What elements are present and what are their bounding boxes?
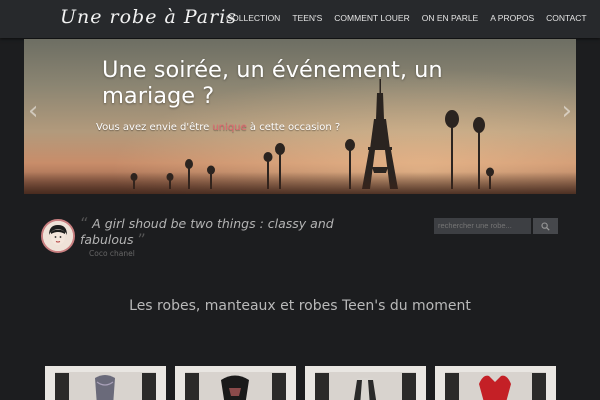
quote-close-icon: ” <box>137 230 146 249</box>
hero-subtitle-end: à cette occasion ? <box>246 122 341 133</box>
dress-icon <box>353 378 377 400</box>
avatar <box>41 219 75 253</box>
hero-subtitle-start: Vous avez envie d'être <box>96 122 213 133</box>
quote-open-icon: “ <box>80 214 89 233</box>
nav-teens[interactable]: TEEN'S <box>292 13 322 23</box>
hero-ground <box>24 172 576 194</box>
slider-prev-arrow-icon[interactable]: ‹ <box>28 96 38 126</box>
search-icon <box>541 222 550 231</box>
search-input[interactable] <box>434 218 531 234</box>
quote-author: Coco chanel <box>89 249 135 258</box>
dress-icon <box>221 375 249 400</box>
search-button[interactable] <box>533 218 558 234</box>
product-card[interactable] <box>435 366 556 400</box>
product-card[interactable] <box>45 366 166 400</box>
slider-next-arrow-icon[interactable]: › <box>562 96 572 126</box>
main-nav: COLLECTION TEEN'S COMMENT LOUER ON EN PA… <box>226 13 599 23</box>
site-header: Une robe à Paris COLLECTION TEEN'S COMME… <box>0 0 600 38</box>
coco-chanel-portrait-icon <box>43 221 73 251</box>
hero-title: Une soirée, un événement, un mariage ? <box>102 57 443 109</box>
nav-a-propos[interactable]: A PROPOS <box>490 13 534 23</box>
site-logo[interactable]: Une robe à Paris <box>60 6 237 28</box>
nav-collection[interactable]: COLLECTION <box>226 13 280 23</box>
nav-contact[interactable]: CONTACT <box>546 13 586 23</box>
hero-subtitle-highlight: unique <box>212 122 247 133</box>
dress-icon <box>479 375 511 400</box>
product-card[interactable] <box>305 366 426 400</box>
section-title: Les robes, manteaux et robes Teen's du m… <box>129 298 471 314</box>
hero-slider: Une soirée, un événement, un mariage ? V… <box>24 39 576 194</box>
nav-on-en-parle[interactable]: ON EN PARLE <box>422 13 479 23</box>
dress-icon <box>95 375 115 400</box>
nav-comment-louer[interactable]: COMMENT LOUER <box>334 13 409 23</box>
hero-subtitle: Vous avez envie d'être unique à cette oc… <box>96 122 340 133</box>
product-card[interactable] <box>175 366 296 400</box>
quote-body: A girl shoud be two things : classy and … <box>80 216 334 247</box>
quote-text: “ A girl shoud be two things : classy an… <box>80 216 370 248</box>
